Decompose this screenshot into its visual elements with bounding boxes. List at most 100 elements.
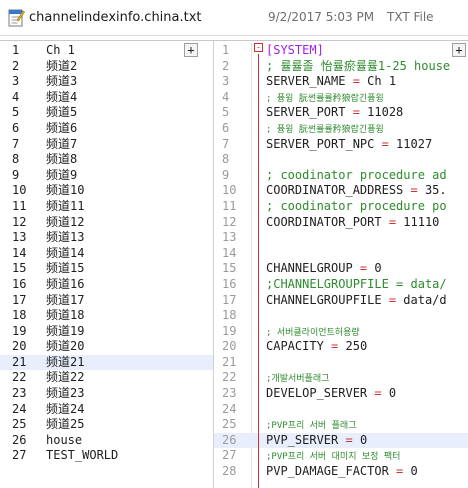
code-text[interactable]: SERVER_PORT_NPC = 11027 xyxy=(266,137,432,153)
list-line[interactable]: 7 频道7 xyxy=(0,137,213,153)
code-line[interactable]: 4 ; 퓽윙 朊썬률률矜狼랍긴퓽윙 xyxy=(214,90,468,106)
code-line[interactable]: 15 CHANNELGROUP = 0 xyxy=(214,261,468,277)
file-info-bar[interactable]: channelindexinfo.china.txt 9/2/2017 5:03… xyxy=(0,0,468,36)
list-line[interactable]: 15 频道15 xyxy=(0,261,213,277)
line-text[interactable]: Ch 1 xyxy=(46,43,75,59)
list-line[interactable]: 6 频道6 xyxy=(0,121,213,137)
list-line[interactable]: 20 频道20 xyxy=(0,339,213,355)
line-text[interactable]: 频道21 xyxy=(46,355,84,371)
code-line[interactable]: 9 ; coodinator procedure ad xyxy=(214,168,468,184)
code-text[interactable]: [SYSTEM] xyxy=(266,43,324,59)
right-editor-pane[interactable]: + 1 [SYSTEM] 2; 률률졸 怡률瘀률률1-25 house 3 SERVER… xyxy=(214,40,468,488)
line-text[interactable]: 频道8 xyxy=(46,152,77,168)
list-line[interactable]: 10 频道10 xyxy=(0,183,213,199)
list-line[interactable]: 16 频道16 xyxy=(0,277,213,293)
code-text[interactable]: CAPACITY = 250 xyxy=(266,339,367,355)
file-name[interactable]: channelindexinfo.china.txt xyxy=(29,10,202,25)
line-text[interactable]: 频道10 xyxy=(46,183,84,199)
code-line[interactable]: 10 COORDINATOR_ADDRESS = 35. xyxy=(214,183,468,199)
code-text[interactable]: COORDINATOR_PORT = 11110 xyxy=(266,215,439,231)
line-text[interactable]: 频道4 xyxy=(46,90,77,106)
code-line[interactable]: 14 xyxy=(214,246,468,262)
list-line[interactable]: 5 频道5 xyxy=(0,105,213,121)
line-text[interactable]: 频道9 xyxy=(46,168,77,184)
code-text[interactable]: ; 률률졸 怡률瘀률률1-25 house xyxy=(266,59,450,75)
fold-collapse-icon[interactable]: - xyxy=(254,43,263,52)
list-line[interactable]: 14 频道14 xyxy=(0,246,213,262)
line-text[interactable]: 频道7 xyxy=(46,137,77,153)
list-line[interactable]: 9 频道9 xyxy=(0,168,213,184)
code-text[interactable]: SERVER_NAME = Ch 1 xyxy=(266,74,396,90)
code-text[interactable]: ;CHANNELGROUPFILE = data/ xyxy=(266,277,447,293)
code-line[interactable]: 8 xyxy=(214,152,468,168)
list-line[interactable]: 27 TEST_WORLD xyxy=(0,448,213,464)
code-line[interactable]: 16 ;CHANNELGROUPFILE = data/ xyxy=(214,277,468,293)
line-text[interactable]: 频道2 xyxy=(46,59,77,75)
list-line[interactable]: 13 频道13 xyxy=(0,230,213,246)
line-text[interactable]: TEST_WORLD xyxy=(46,448,118,464)
list-line[interactable]: 21 频道21 xyxy=(0,354,213,371)
code-line[interactable]: 26 PVP_SERVER = 0 xyxy=(214,432,468,449)
code-line[interactable]: 19 ; 서버클라이언트허용량 xyxy=(214,324,468,340)
line-text[interactable]: 频道23 xyxy=(46,386,84,402)
line-text[interactable]: 频道20 xyxy=(46,339,84,355)
code-text[interactable]: PVP_DAMAGE_FACTOR = 0 xyxy=(266,464,418,480)
code-text[interactable]: DEVELOP_SERVER = 0 xyxy=(266,386,396,402)
list-line[interactable]: 3 频道3 xyxy=(0,74,213,90)
line-text[interactable]: 频道3 xyxy=(46,74,77,90)
code-line[interactable]: 13 xyxy=(214,230,468,246)
line-text[interactable]: 频道25 xyxy=(46,417,84,433)
code-line[interactable]: 5 SERVER_PORT = 11028 xyxy=(214,105,468,121)
list-line[interactable]: 19 频道19 xyxy=(0,324,213,340)
line-text[interactable]: 频道11 xyxy=(46,199,84,215)
code-line[interactable]: 23 DEVELOP_SERVER = 0 xyxy=(214,386,468,402)
list-line[interactable]: 11 频道11 xyxy=(0,199,213,215)
code-text[interactable]: CHANNELGROUP = 0 xyxy=(266,261,382,277)
code-line[interactable]: 21 xyxy=(214,355,468,371)
code-line[interactable]: 11 ; coodinator procedure po xyxy=(214,199,468,215)
line-text[interactable]: 频道24 xyxy=(46,402,84,418)
code-text[interactable]: COORDINATOR_ADDRESS = 35. xyxy=(266,183,447,199)
code-text[interactable]: SERVER_PORT = 11028 xyxy=(266,105,403,121)
line-text[interactable]: 频道22 xyxy=(46,370,84,386)
line-text[interactable]: house xyxy=(46,433,82,449)
code-line[interactable]: 20 CAPACITY = 250 xyxy=(214,339,468,355)
list-line[interactable]: 1 Ch 1 xyxy=(0,43,213,59)
code-line[interactable]: 6 ; 퓽윙 朊썬률률矜狼랍긴퓽윙 xyxy=(214,121,468,137)
list-line[interactable]: 8 频道8 xyxy=(0,152,213,168)
line-text[interactable]: 频道18 xyxy=(46,308,84,324)
list-line[interactable]: 23 频道23 xyxy=(0,386,213,402)
code-text[interactable]: ; coodinator procedure ad xyxy=(266,168,447,184)
list-line[interactable]: 22 频道22 xyxy=(0,370,213,386)
code-text[interactable]: ; coodinator procedure po xyxy=(266,199,447,215)
list-line[interactable]: 18 频道18 xyxy=(0,308,213,324)
code-line[interactable]: 22 ;개발서버플래그 xyxy=(214,370,468,386)
line-text[interactable]: 频道19 xyxy=(46,324,84,340)
code-line[interactable]: 27 ;PVP프리 서버 대미지 보정 팩터 xyxy=(214,448,468,464)
line-text[interactable]: 频道16 xyxy=(46,277,84,293)
line-text[interactable]: 频道5 xyxy=(46,105,77,121)
code-text[interactable]: PVP_SERVER = 0 xyxy=(266,433,367,449)
line-text[interactable]: 频道12 xyxy=(46,215,84,231)
code-line[interactable]: 12 COORDINATOR_PORT = 11110 xyxy=(214,215,468,231)
list-line[interactable]: 26 house xyxy=(0,433,213,449)
line-text[interactable]: 频道6 xyxy=(46,121,77,137)
list-line[interactable]: 24 频道24 xyxy=(0,402,213,418)
code-text[interactable]: CHANNELGROUPFILE = data/d xyxy=(266,293,447,309)
list-line[interactable]: 12 频道12 xyxy=(0,215,213,231)
code-line[interactable]: 18 xyxy=(214,308,468,324)
line-text[interactable]: 频道15 xyxy=(46,261,84,277)
code-line[interactable]: 25 ;PVP프리 서버 플래그 xyxy=(214,417,468,433)
code-line[interactable]: 3 SERVER_NAME = Ch 1 xyxy=(214,74,468,90)
code-line[interactable]: 1 [SYSTEM] xyxy=(214,43,468,59)
left-editor-pane[interactable]: + 1 Ch 1 2 频道2 3 频道3 4 频道4 5 频道5 6 频道6 7 频道7 8 频道8 9 频道9 1… xyxy=(0,40,214,488)
line-text[interactable]: 频道17 xyxy=(46,293,84,309)
code-line[interactable]: 17 CHANNELGROUPFILE = data/d xyxy=(214,293,468,309)
code-line[interactable]: 24 xyxy=(214,402,468,418)
line-text[interactable]: 频道13 xyxy=(46,230,84,246)
list-line[interactable]: 2 频道2 xyxy=(0,59,213,75)
code-line[interactable]: 2 ; 률률졸 怡률瘀률률1-25 house xyxy=(214,59,468,75)
line-text[interactable]: 频道14 xyxy=(46,246,84,262)
list-line[interactable]: 17 频道17 xyxy=(0,293,213,309)
list-line[interactable]: 25 频道25 xyxy=(0,417,213,433)
